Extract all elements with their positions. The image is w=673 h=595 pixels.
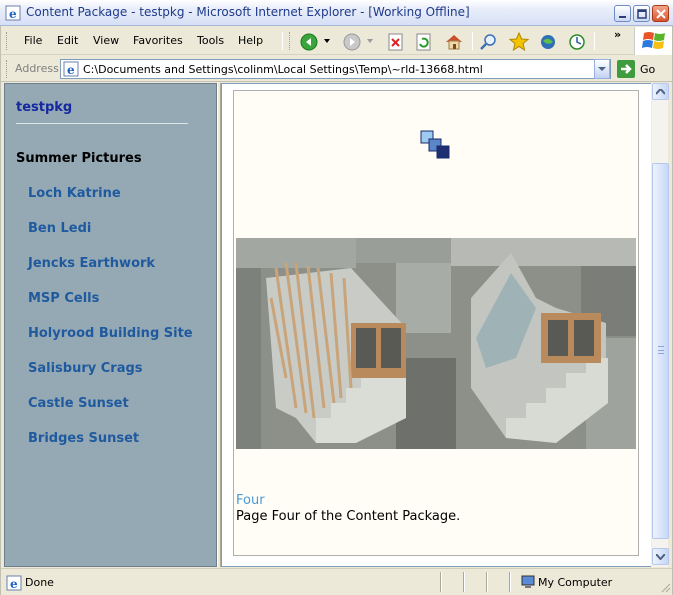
status-divider: [509, 572, 511, 592]
nav-link-jencks-earthwork[interactable]: Jencks Earthwork: [28, 256, 155, 271]
scroll-thumb[interactable]: [652, 163, 669, 539]
menu-file[interactable]: File: [24, 34, 42, 47]
page-icon: e: [63, 61, 79, 77]
refresh-icon[interactable]: [413, 31, 435, 53]
forward-dropdown-icon[interactable]: [367, 39, 374, 44]
status-divider: [440, 572, 442, 592]
forward-icon[interactable]: [341, 31, 363, 53]
toolbar-separator: [282, 32, 283, 50]
go-button[interactable]: Go: [617, 60, 667, 78]
computer-icon: [521, 575, 535, 588]
maximize-button[interactable]: [633, 5, 650, 22]
address-label: Address: [15, 62, 59, 75]
menu-grip[interactable]: [6, 32, 9, 50]
menu-view[interactable]: View: [93, 34, 119, 47]
thumb-grip: [658, 346, 664, 354]
history-icon[interactable]: [566, 31, 588, 53]
vertical-scrollbar[interactable]: [651, 83, 669, 567]
content-area: Four Page Four of the Content Package.: [233, 90, 639, 556]
navigation-pane: testpkg Summer Pictures Loch Katrine Ben…: [4, 83, 217, 567]
package-title[interactable]: testpkg: [16, 100, 72, 115]
nav-link-castle-sunset[interactable]: Castle Sunset: [28, 396, 129, 411]
status-divider: [463, 572, 465, 592]
address-bar: Address e C:\Documents and Settings\coli…: [0, 56, 673, 82]
building-photo: [236, 238, 636, 449]
page-description: Page Four of the Content Package.: [236, 509, 461, 524]
title-bar: e Content Package - testpkg - Microsoft …: [0, 0, 673, 26]
toolbar-separator: [594, 32, 595, 50]
divider: [16, 123, 188, 124]
address-value: C:\Documents and Settings\colinm\Local S…: [83, 63, 483, 76]
address-input[interactable]: e C:\Documents and Settings\colinm\Local…: [60, 59, 611, 79]
scroll-down-button[interactable]: [652, 548, 669, 565]
package-logo-icon: [420, 130, 450, 159]
minimize-icon: [619, 16, 626, 18]
status-bar: e Done My Computer: [0, 568, 673, 595]
page-heading: Four: [236, 493, 265, 508]
back-dropdown-icon[interactable]: [324, 39, 331, 44]
page-done-icon: e: [6, 575, 22, 591]
toolbar-separator: [472, 32, 473, 50]
content-frame: Four Page Four of the Content Package.: [221, 83, 652, 567]
nav-link-msp-cells[interactable]: MSP Cells: [28, 291, 99, 306]
go-arrow-icon: [617, 60, 635, 78]
home-icon[interactable]: [443, 31, 465, 53]
security-zone: My Computer: [538, 576, 613, 589]
go-label: Go: [640, 63, 656, 76]
close-icon: [656, 9, 666, 19]
window-title: Content Package - testpkg - Microsoft In…: [26, 5, 470, 19]
menu-bar: File Edit View Favorites Tools Help »: [0, 27, 673, 55]
maximize-icon: [637, 9, 647, 19]
toolbar-overflow-chevron[interactable]: »: [614, 28, 621, 41]
minimize-button[interactable]: [614, 5, 631, 22]
ie-icon: e: [5, 5, 21, 21]
chevron-up-icon: [656, 89, 665, 95]
nav-link-ben-ledi[interactable]: Ben Ledi: [28, 221, 91, 236]
nav-link-holyrood-building-site[interactable]: Holyrood Building Site: [28, 326, 193, 341]
svg-text:e: e: [67, 63, 75, 77]
nav-link-loch-katrine[interactable]: Loch Katrine: [28, 186, 121, 201]
windows-logo: [634, 27, 673, 55]
toolbar-grip[interactable]: [289, 32, 292, 50]
menu-favorites[interactable]: Favorites: [133, 34, 183, 47]
windows-flag-icon: [642, 32, 665, 49]
resize-grip-icon[interactable]: [659, 581, 671, 593]
menu-tools[interactable]: Tools: [197, 34, 224, 47]
nav-link-bridges-sunset[interactable]: Bridges Sunset: [28, 431, 139, 446]
address-dropdown-button[interactable]: [594, 59, 610, 79]
scroll-up-button[interactable]: [652, 83, 669, 100]
nav-link-salisbury-crags[interactable]: Salisbury Crags: [28, 361, 143, 376]
address-grip[interactable]: [6, 60, 9, 78]
back-icon[interactable]: [298, 31, 320, 53]
favorites-icon[interactable]: [508, 31, 530, 53]
close-button[interactable]: [652, 5, 669, 22]
chevron-down-icon: [656, 554, 665, 560]
menu-edit[interactable]: Edit: [57, 34, 78, 47]
stop-icon[interactable]: [385, 31, 407, 53]
search-icon[interactable]: [478, 31, 500, 53]
svg-text:e: e: [9, 7, 17, 21]
section-title: Summer Pictures: [16, 151, 142, 166]
menu-help[interactable]: Help: [238, 34, 263, 47]
svg-text:e: e: [10, 577, 18, 591]
status-text: Done: [25, 576, 54, 589]
media-icon[interactable]: [537, 31, 559, 53]
status-divider: [486, 572, 488, 592]
chevron-down-icon: [598, 67, 606, 71]
